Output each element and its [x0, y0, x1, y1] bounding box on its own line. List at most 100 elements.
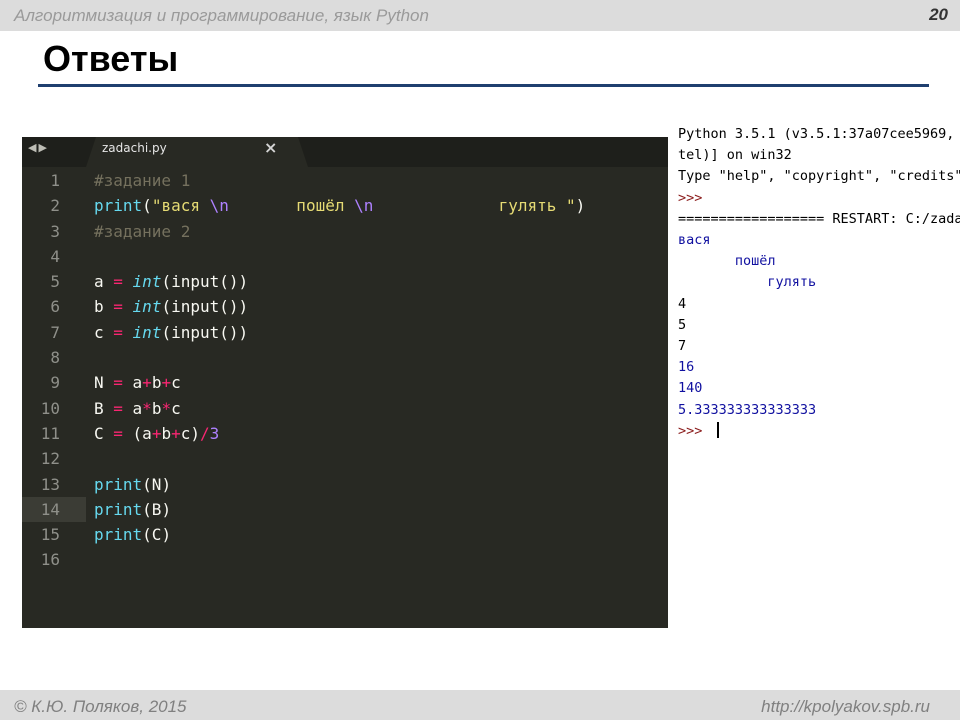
code-token: int — [132, 272, 162, 292]
code-token: B — [94, 398, 114, 418]
left-arrow-icon[interactable]: ◀ — [28, 141, 36, 155]
line-number: 4 — [50, 246, 60, 266]
shell-text: ================== RESTART: C:/zadachi.p… — [678, 210, 960, 227]
code-token: (a — [122, 423, 152, 443]
code-line[interactable]: 14 print(B) — [22, 496, 668, 523]
code-line[interactable]: 3 #задание 2 — [22, 219, 668, 244]
website-link[interactable]: http://kpolyakov.spb.ru — [761, 697, 930, 717]
code-token: b — [94, 297, 114, 317]
python-shell[interactable]: Python 3.5.1 (v3.5.1:37a07cee5969, Dec 6… — [668, 128, 960, 438]
code-text: B = a*b*c — [94, 396, 181, 421]
code-token: C — [94, 423, 114, 443]
code-line[interactable]: 8 — [22, 345, 668, 370]
code-token: * — [161, 398, 172, 418]
right-arrow-icon[interactable]: ▶ — [38, 141, 46, 155]
text-cursor — [716, 421, 719, 438]
page-number: 20 — [929, 5, 948, 24]
code-token: ) — [575, 196, 586, 216]
code-token: print — [94, 196, 143, 216]
code-token: print — [94, 525, 143, 545]
code-token: \n — [209, 196, 229, 216]
code-token: (input()) — [161, 272, 249, 292]
course-title: Алгоритмизация и программирование, язык … — [14, 6, 429, 25]
slide-title: Ответы — [43, 38, 179, 79]
code-token: + — [171, 423, 181, 443]
shell-line: 140 — [678, 378, 702, 399]
code-text: a = int(input()) — [94, 269, 248, 294]
code-token: = — [113, 373, 123, 393]
line-number: 9 — [50, 373, 60, 393]
code-token: (input()) — [161, 322, 249, 342]
code-token: c — [171, 373, 181, 393]
code-token: print — [94, 474, 143, 494]
line-number: 12 — [40, 449, 60, 469]
code-token: гулять " — [373, 196, 576, 216]
line-number: 11 — [40, 423, 60, 443]
code-token: (B) — [142, 499, 172, 519]
line-number: 7 — [50, 322, 60, 342]
code-line[interactable]: 9N = a+b+c — [22, 370, 668, 395]
code-area[interactable]: 1 #задание 1 2 print("вася \n пошёл \n гуля… — [22, 168, 668, 573]
shell-line: ================== RESTART: C:/zadachi.p… — [678, 209, 960, 230]
code-token: + — [142, 373, 152, 393]
code-line[interactable]: 16 — [22, 547, 668, 572]
shell-text: >>> — [678, 189, 711, 206]
code-line[interactable]: 11 C = (a+b+c)/3 — [22, 421, 668, 446]
close-icon[interactable]: × — [264, 138, 277, 157]
code-line[interactable]: 6 b = int(input()) — [22, 294, 668, 319]
code-line[interactable]: 4 — [22, 244, 668, 269]
line-number: 2 — [50, 196, 60, 216]
code-text: N = a+b+c — [94, 370, 181, 395]
shell-line: >>> — [678, 188, 711, 209]
code-token: #задание 2 — [94, 221, 191, 241]
shell-text: 5 — [678, 316, 687, 333]
title-divider — [38, 84, 929, 87]
code-token: "вася — [151, 196, 210, 216]
line-number: 14 — [40, 499, 60, 519]
line-number: 1 — [50, 171, 60, 190]
code-token: print — [94, 499, 143, 519]
code-line[interactable]: 2 print("вася \n пошёл \n гулять ") — [22, 193, 668, 218]
code-line[interactable]: 5 a = int(input()) — [22, 269, 668, 294]
code-token: / — [200, 423, 210, 443]
shell-text: Type "help", "copyright", "credits" or "… — [678, 168, 960, 185]
code-line[interactable]: 12 — [22, 446, 668, 471]
shell-text: пошёл — [678, 253, 784, 270]
code-text: print(C) — [94, 522, 171, 547]
code-token: + — [151, 423, 162, 443]
line-number: 3 — [50, 221, 60, 241]
code-line[interactable]: 13 print(N) — [22, 472, 668, 497]
code-token: b — [151, 373, 162, 393]
code-token: (C) — [142, 525, 172, 545]
line-number: 13 — [40, 474, 60, 494]
shell-line: >>> — [678, 421, 719, 438]
shell-line: tel)] on win32 — [678, 145, 792, 166]
shell-line: 7 — [678, 336, 686, 357]
code-text: C = (a+b+c)/3 — [94, 421, 219, 446]
code-token: = — [113, 272, 123, 292]
code-token: = — [113, 297, 123, 317]
code-text: print(B) — [94, 497, 171, 522]
line-number: 5 — [50, 272, 60, 292]
code-text: #задание 2 — [94, 219, 190, 244]
code-line[interactable]: 7 c = int(input()) — [22, 320, 668, 345]
shell-text: вася — [678, 232, 719, 248]
shell-line: 16 — [678, 357, 694, 378]
line-number: 6 — [50, 297, 60, 317]
shell-text: >>> — [678, 422, 711, 438]
shell-line: 5.333333333333333 — [678, 400, 816, 421]
code-token: * — [142, 398, 152, 418]
code-text: print(N) — [94, 472, 171, 497]
code-line[interactable]: 15 print(C) — [22, 522, 668, 547]
code-token: b — [151, 398, 162, 418]
code-line[interactable]: 1 #задание 1 — [22, 168, 668, 193]
shell-line: Type "help", "copyright", "credits" or "… — [678, 166, 960, 187]
code-token: c — [171, 398, 181, 418]
code-line[interactable]: 10 B = a*b*c — [22, 396, 668, 421]
line-number: 15 — [40, 525, 60, 545]
tab-zadachi[interactable]: zadachi.py × — [86, 137, 308, 167]
code-token: a — [122, 398, 143, 418]
